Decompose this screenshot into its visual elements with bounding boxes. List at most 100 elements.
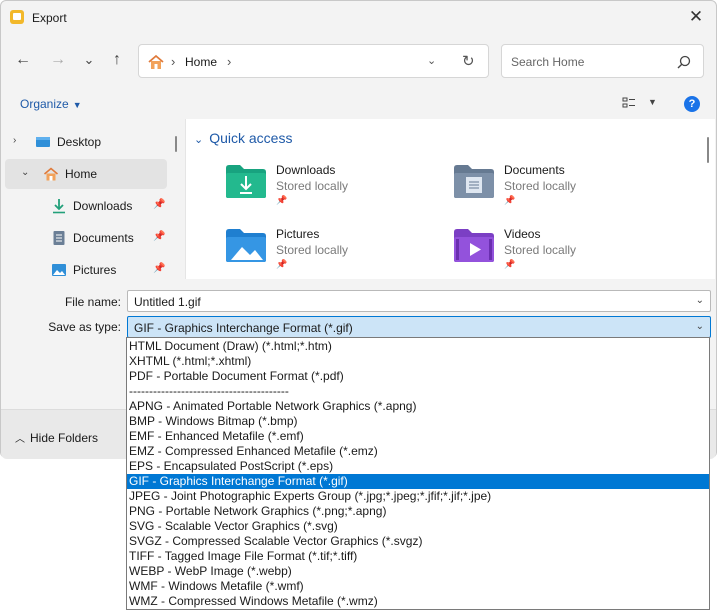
command-bar: Organize ▼ ▼ ? (1, 91, 716, 117)
pin-icon: 📌 (504, 195, 516, 205)
search-placeholder: Search Home (511, 55, 585, 69)
filename-value: Untitled 1.gif (134, 295, 201, 309)
app-icon (10, 10, 24, 24)
sidebar-item-label: Home (65, 167, 98, 181)
chevron-up-icon: ︿ (15, 434, 25, 445)
downloads-folder-icon (226, 165, 266, 198)
filetype-option[interactable]: WEBP - WebP Image (*.webp) (127, 564, 709, 579)
quick-access-downloads[interactable]: Downloads Stored locally 📌 (225, 163, 425, 219)
file-list-scrollbar[interactable] (707, 137, 709, 163)
filetype-option[interactable]: WMF - Windows Metafile (*.wmf) (127, 579, 709, 594)
sidebar-item-downloads[interactable]: Downloads 📌 (5, 191, 167, 221)
hide-folders-label: Hide Folders (30, 431, 99, 445)
home-icon (43, 167, 59, 181)
quick-access-documents[interactable]: Documents Stored locally 📌 (453, 163, 653, 219)
filetype-option[interactable]: APNG - Animated Portable Network Graphic… (127, 399, 709, 414)
quick-access-pictures[interactable]: Pictures Stored locally 📌 (225, 227, 425, 279)
filetype-option[interactable]: XHTML (*.html;*.xhtml) (127, 354, 709, 369)
picture-icon (52, 264, 66, 276)
address-bar[interactable]: › Home › ⌄ ↻ (138, 44, 489, 78)
filetype-option[interactable]: ---------------------------------------- (127, 384, 709, 399)
filetype-option[interactable]: WMZ - Compressed Windows Metafile (*.wmz… (127, 594, 709, 609)
filetype-dropdown-list[interactable]: HTML Document (Draw) (*.html;*.htm) XHTML… (126, 337, 710, 610)
savetype-label: Save as type: (48, 320, 121, 334)
item-name: Downloads (276, 163, 336, 177)
pin-icon: 📌 (276, 195, 288, 205)
search-icon (677, 55, 691, 69)
pin-icon: 📌 (504, 259, 516, 269)
savetype-select[interactable]: GIF - Graphics Interchange Format (*.gif… (127, 316, 711, 338)
videos-folder-icon (454, 229, 494, 262)
up-button[interactable]: ↑ (106, 49, 128, 71)
sidebar-item-desktop[interactable]: › Desktop (5, 127, 167, 157)
item-status: Stored locally (276, 179, 349, 193)
sidebar-item-documents[interactable]: Documents 📌 (5, 223, 167, 253)
navigation-bar: ← → ⌄ ↑ › Home › ⌄ ↻ Search Home (1, 39, 716, 83)
title-bar: Export ✕ (1, 1, 716, 35)
organize-label: Organize (20, 97, 69, 111)
filetype-option[interactable]: GIF - Graphics Interchange Format (*.gif… (127, 474, 709, 489)
file-list: ⌄ Quick access Downloads Stored locally 📌 (185, 119, 715, 279)
pin-icon: 📌 (153, 263, 166, 274)
sidebar-item-pictures[interactable]: Pictures 📌 (5, 255, 167, 279)
filetype-option[interactable]: HTML Document (Draw) (*.html;*.htm) (127, 339, 709, 354)
quick-access-label: Quick access (209, 130, 293, 146)
download-icon (53, 199, 65, 214)
item-name: Videos (504, 227, 541, 241)
pin-icon: 📌 (153, 199, 166, 210)
sidebar-item-home[interactable]: ⌄ Home (5, 159, 167, 189)
sidebar-item-label: Pictures (73, 263, 117, 277)
chevron-down-icon[interactable]: ⌄ (21, 167, 29, 178)
filetype-option[interactable]: PNG - Portable Network Graphics (*.png;*… (127, 504, 709, 519)
pin-icon: 📌 (153, 231, 166, 242)
sidebar-item-label: Documents (73, 231, 134, 245)
filetype-option[interactable]: TIFF - Tagged Image File Format (*.tif;*… (127, 549, 709, 564)
quick-access-header[interactable]: ⌄ Quick access (194, 130, 292, 146)
item-status: Stored locally (276, 243, 349, 257)
quick-access-videos[interactable]: Videos Stored locally 📌 (453, 227, 653, 279)
filetype-option[interactable]: EMF - Enhanced Metafile (*.emf) (127, 429, 709, 444)
item-status: Stored locally (504, 243, 577, 257)
help-icon[interactable]: ? (684, 96, 700, 112)
filetype-option[interactable]: PDF - Portable Document Format (*.pdf) (127, 369, 709, 384)
breadcrumb-home[interactable]: Home (185, 55, 217, 69)
organize-button[interactable]: Organize ▼ (20, 97, 82, 111)
caret-down-icon: ▼ (72, 100, 82, 110)
breadcrumb-separator: › (171, 54, 176, 69)
chevron-right-icon[interactable]: › (13, 135, 16, 146)
navigation-pane: › Desktop ⌄ Home Downloads 📌 Documents 📌… (1, 125, 185, 279)
filename-field[interactable]: Untitled 1.gif ⌄ (127, 290, 711, 312)
address-dropdown-icon[interactable]: ⌄ (427, 54, 436, 67)
refresh-icon[interactable]: ↻ (462, 52, 475, 70)
hide-folders-button[interactable]: ︿ Hide Folders (15, 430, 98, 445)
filetype-option[interactable]: EMZ - Compressed Enhanced Metafile (*.em… (127, 444, 709, 459)
close-button[interactable]: ✕ (686, 7, 706, 27)
sidebar-item-label: Desktop (57, 135, 102, 149)
forward-button[interactable]: → (47, 49, 69, 71)
filetype-option[interactable]: EPS - Encapsulated PostScript (*.eps) (127, 459, 709, 474)
back-button[interactable]: ← (12, 49, 34, 71)
item-name: Documents (504, 163, 565, 177)
chevron-down-icon: ⌄ (194, 134, 204, 146)
document-icon (53, 231, 65, 245)
documents-folder-icon (454, 165, 494, 198)
home-icon (148, 54, 164, 69)
filename-label: File name: (64, 295, 121, 309)
chevron-down-icon[interactable]: ⌄ (696, 295, 704, 306)
desktop-icon (36, 137, 50, 147)
filetype-option[interactable]: JPEG - Joint Photographic Experts Group … (127, 489, 709, 504)
chevron-down-icon[interactable]: ⌄ (696, 321, 704, 332)
item-name: Pictures (276, 227, 320, 241)
savetype-value: GIF - Graphics Interchange Format (*.gif… (134, 321, 353, 335)
recent-locations-button[interactable]: ⌄ (78, 49, 100, 71)
filetype-option[interactable]: SVG - Scalable Vector Graphics (*.svg) (127, 519, 709, 534)
item-status: Stored locally (504, 179, 577, 193)
sidebar-scrollbar[interactable] (175, 136, 177, 152)
caret-down-icon: ▼ (648, 97, 657, 107)
search-input[interactable]: Search Home (501, 44, 704, 78)
pin-icon: 📌 (276, 259, 288, 269)
breadcrumb-separator[interactable]: › (227, 54, 231, 69)
filetype-option[interactable]: SVGZ - Compressed Scalable Vector Graphi… (127, 534, 709, 549)
filetype-option[interactable]: BMP - Windows Bitmap (*.bmp) (127, 414, 709, 429)
view-options-button[interactable]: ▼ (622, 97, 662, 111)
